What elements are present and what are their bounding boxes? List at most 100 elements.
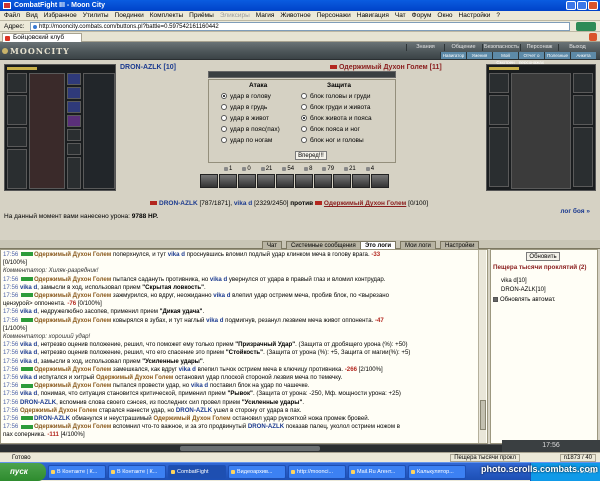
skill-icon[interactable] <box>333 174 351 188</box>
belt-slot[interactable] <box>7 127 27 147</box>
fighter-name[interactable]: vika d <box>191 382 208 389</box>
ring-slot[interactable] <box>67 73 81 85</box>
menu-item[interactable]: Вид <box>26 11 38 20</box>
chat-tab[interactable]: Чат <box>262 241 282 249</box>
attack-option[interactable]: удар в пояс(пах) <box>221 125 280 135</box>
fighter-name[interactable]: vika d <box>20 390 37 397</box>
menu-item[interactable]: Поединки <box>115 11 144 20</box>
chat-tab[interactable]: Системные сообщения <box>286 241 361 249</box>
fighter-name[interactable]: vika d <box>20 349 37 356</box>
opponent-name[interactable]: Одержимый Духон Голем [11] <box>330 64 442 71</box>
radio-icon[interactable] <box>301 93 307 100</box>
radio-icon[interactable] <box>301 126 307 133</box>
menu-item[interactable]: Навигация <box>357 11 389 20</box>
fighter-name[interactable]: DRON-AZLK <box>176 407 212 414</box>
menu-item[interactable]: Приёмы <box>189 11 214 20</box>
scroll-slots[interactable] <box>83 73 115 189</box>
radio-icon[interactable] <box>221 126 227 133</box>
taskbar-button[interactable]: Калькулятор... <box>408 465 466 479</box>
battle-log-link[interactable]: лог боя » <box>560 208 590 215</box>
opponent-name-log[interactable]: Одержимый Духон Голем <box>34 366 111 373</box>
attack-option[interactable]: удар по ногам <box>221 136 272 146</box>
attack-option[interactable]: удар в грудь <box>221 103 267 113</box>
checkbox-icon[interactable] <box>493 297 498 302</box>
close-icon[interactable] <box>588 1 598 10</box>
url-field[interactable]: http://mooncity.combats.com/buttons.pl?b… <box>30 22 570 31</box>
opponent-name-log[interactable]: Одержимый Духон Голем <box>34 423 111 430</box>
menu-item[interactable]: Эликсиры <box>220 11 250 20</box>
opponent-name-log[interactable]: Одержимый Духон Голем <box>20 407 97 414</box>
radio-icon[interactable] <box>301 137 307 144</box>
weapon-slot[interactable] <box>7 149 27 189</box>
team-member-name[interactable]: DRON-AZLK <box>159 200 198 207</box>
skill-icon[interactable] <box>314 174 332 188</box>
taskbar-button[interactable]: http://moonci... <box>288 465 346 479</box>
fighter-name[interactable]: vika d <box>20 284 37 291</box>
game-subnav-item[interactable]: Навигатор <box>440 52 466 59</box>
game-subnav-item[interactable]: Анкета <box>570 52 596 59</box>
fighter-name[interactable]: vika d <box>20 341 37 348</box>
refresh-button[interactable]: Обновить <box>526 252 560 261</box>
opponent-name-log[interactable]: Одержимый Духон Голем <box>34 251 111 258</box>
skill-icon[interactable] <box>371 174 389 188</box>
fighter-name[interactable]: vika d <box>179 366 196 373</box>
ring-slot[interactable] <box>67 87 81 99</box>
log-scrollbar[interactable] <box>478 250 486 443</box>
opponent-name-log[interactable]: Одержимый Духон Голем <box>96 374 173 381</box>
boots-slot[interactable] <box>67 143 81 155</box>
defense-option[interactable]: блок живота и пояса <box>301 114 372 124</box>
skill-icon[interactable] <box>276 174 294 188</box>
radio-icon[interactable] <box>301 104 307 111</box>
skill-icon[interactable] <box>219 174 237 188</box>
chat-tab[interactable]: Мои логи <box>400 241 436 249</box>
attack-option[interactable]: удар в живот <box>221 114 269 124</box>
skill-icon[interactable] <box>295 174 313 188</box>
defense-option[interactable]: блок груди и живота <box>301 103 371 113</box>
location-player[interactable]: vika d[10] <box>501 278 527 284</box>
opponent-name-log[interactable]: Одержимый Духон Голем <box>34 292 111 299</box>
menu-item[interactable]: Окно <box>437 11 452 20</box>
radio-icon[interactable] <box>221 104 227 111</box>
menu-item[interactable]: Форум <box>412 11 432 20</box>
game-nav-item[interactable]: Выход <box>558 44 596 51</box>
attack-option[interactable]: удар в голову <box>221 92 271 102</box>
game-nav-item[interactable]: Общение <box>444 44 482 51</box>
auto-refresh-option[interactable]: Обновлять автомат. <box>493 297 556 303</box>
gloves-slot[interactable] <box>67 129 81 141</box>
menu-item[interactable]: Персонажи <box>317 11 351 20</box>
defense-option[interactable]: блок ног и головы <box>301 136 364 146</box>
fighter-name[interactable]: vika d <box>20 358 37 365</box>
browser-tab[interactable]: Бойцовский клуб <box>2 33 82 42</box>
opponent-link[interactable]: Одержимый Духон Голем <box>324 200 406 207</box>
armor-slot[interactable] <box>7 95 27 125</box>
player-name[interactable]: DRON-AZLK [10] <box>120 64 176 71</box>
fighter-name[interactable]: vika d <box>20 374 37 381</box>
menu-item[interactable]: Избранное <box>44 11 77 20</box>
shield-slot[interactable] <box>67 157 81 189</box>
menu-item[interactable]: ? <box>496 11 500 20</box>
menu-item[interactable]: Магия <box>256 11 275 20</box>
radio-icon[interactable] <box>221 137 227 144</box>
fighter-name[interactable]: vika d <box>213 292 230 299</box>
fighter-name[interactable]: DRON-AZLK <box>248 423 284 430</box>
ring-slot[interactable] <box>67 101 81 113</box>
fighter-name[interactable]: DRON-AZLK <box>34 415 70 422</box>
taskbar-button[interactable]: В Контакте | К... <box>48 465 106 479</box>
amulet-slot[interactable] <box>67 115 81 127</box>
fighter-name[interactable]: vika d <box>168 251 185 258</box>
defense-option[interactable]: блок пояса и ног <box>301 125 360 135</box>
minimize-icon[interactable] <box>566 1 576 10</box>
go-button[interactable] <box>576 22 596 31</box>
taskbar-button[interactable]: CombatFight <box>168 465 226 479</box>
radio-icon[interactable] <box>301 115 307 122</box>
opponent-name-log[interactable]: Одержимый Духон Голем <box>34 276 111 283</box>
game-subnav-item[interactable]: Полезные <box>544 52 570 59</box>
skill-icon[interactable] <box>352 174 370 188</box>
skill-icon[interactable] <box>257 174 275 188</box>
game-nav-item[interactable]: Знания <box>406 44 444 51</box>
chat-tab[interactable]: Настройки <box>440 241 480 249</box>
team-member-name[interactable]: vika d <box>234 200 252 207</box>
game-subnav-item[interactable]: Отчет о персонажах <box>518 52 544 65</box>
skill-icon[interactable] <box>238 174 256 188</box>
defense-option[interactable]: блок головы и груди <box>301 92 370 102</box>
